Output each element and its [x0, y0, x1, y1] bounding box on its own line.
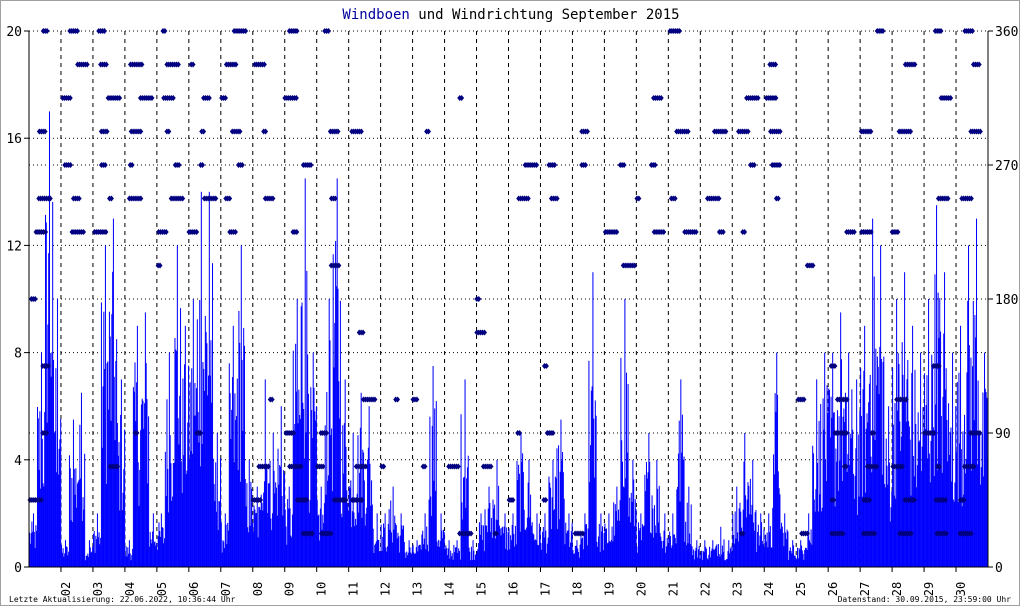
x-tick-label: 17	[538, 582, 552, 596]
footer-last-update: Letzte Aktualisierung: 22.06.2022, 10:36…	[9, 595, 236, 604]
title-accent: Windboen	[342, 7, 409, 23]
x-tick-label: 25	[794, 582, 808, 596]
x-tick-label: 09	[283, 582, 297, 596]
x-tick-label: 10	[315, 582, 329, 596]
gust-bar	[148, 416, 150, 567]
footer-data-status: Datenstand: 30.09.2015, 23:59:00 Uhr	[838, 595, 1012, 604]
right-tick-label: 90	[995, 427, 1011, 442]
x-tick-label: 15	[475, 582, 489, 596]
x-tick-label: 16	[507, 582, 521, 596]
left-tick-label: 20	[6, 25, 22, 40]
chart-title: Windboen und Windrichtung September 2015	[342, 7, 679, 23]
left-tick-label: 4	[14, 454, 22, 469]
gust-bar	[84, 453, 86, 567]
x-tick-label: 22	[698, 582, 712, 596]
right-tick-label: 360	[995, 25, 1018, 40]
left-tick-label: 8	[14, 347, 22, 362]
x-tick-label: 12	[379, 582, 393, 596]
x-tick-label: 20	[634, 582, 648, 596]
left-tick-label: 0	[14, 561, 22, 576]
wind-chart: Windboen und Windrichtung September 2015…	[6, 7, 1018, 604]
right-tick-label: 180	[995, 293, 1018, 308]
x-tick-label: 14	[443, 582, 457, 596]
gust-bar	[124, 429, 126, 567]
left-tick-label: 12	[6, 239, 22, 254]
x-tick-label: 19	[602, 582, 616, 596]
left-tick-label: 16	[6, 132, 22, 147]
x-tick-label: 24	[762, 582, 776, 596]
x-tick-label: 11	[347, 582, 361, 596]
right-tick-label: 270	[995, 159, 1018, 174]
x-tick-label: 13	[411, 582, 425, 596]
chart-container: Windboen und Windrichtung September 2015…	[0, 0, 1020, 606]
x-tick-label: 18	[570, 582, 584, 596]
title-rest: und Windrichtung September 2015	[410, 7, 680, 23]
right-tick-label: 0	[995, 561, 1003, 576]
x-tick-label: 08	[251, 582, 265, 596]
x-tick-label: 21	[666, 582, 680, 596]
x-tick-label: 23	[730, 582, 744, 596]
